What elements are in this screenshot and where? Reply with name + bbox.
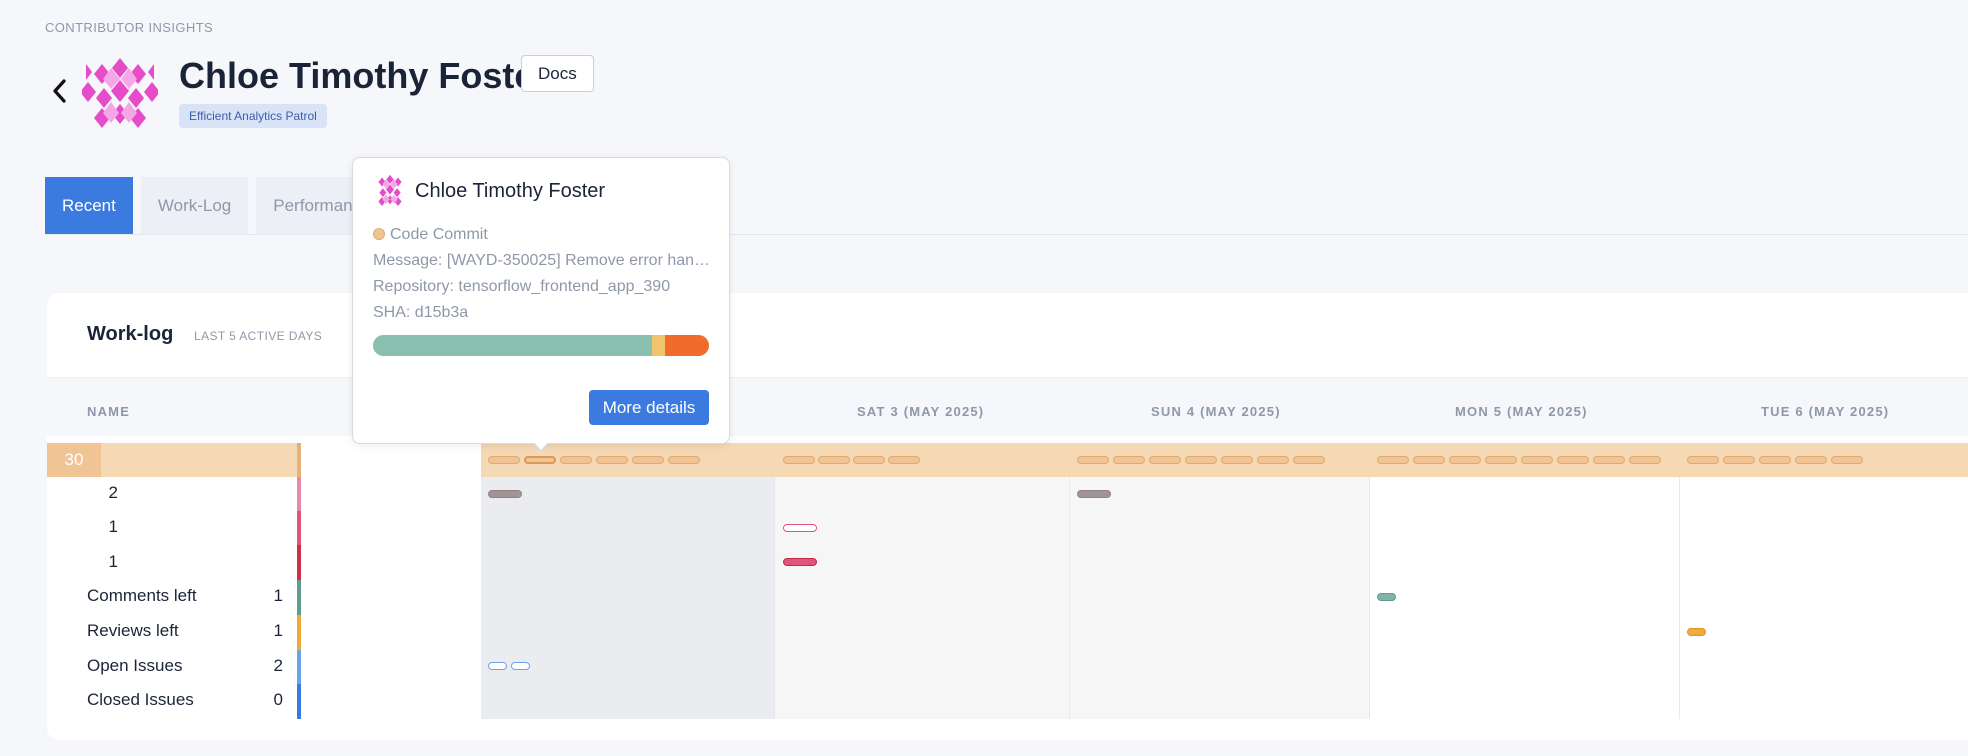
- commit-marker[interactable]: [888, 456, 920, 464]
- avatar: [378, 174, 402, 206]
- commit-dot-icon: [373, 228, 385, 240]
- event-marker[interactable]: [1077, 490, 1111, 498]
- tabs-divider: [45, 234, 1968, 235]
- event-marker[interactable]: [783, 524, 817, 532]
- event-marker[interactable]: [511, 662, 530, 670]
- commit-marker[interactable]: [1113, 456, 1145, 464]
- commit-marker[interactable]: [1377, 456, 1409, 464]
- day-column-selected[interactable]: [481, 477, 775, 719]
- tooltip-repository: Repository: tensorflow_frontend_app_390: [373, 278, 671, 295]
- row-count: 1: [108, 517, 118, 536]
- commit-marker[interactable]: [596, 456, 628, 464]
- commit-marker[interactable]: [1185, 456, 1217, 464]
- commit-marker[interactable]: [853, 456, 885, 464]
- name-column-header: NAME: [87, 404, 131, 419]
- breakdown-segment: [665, 335, 709, 356]
- event-marker[interactable]: [488, 662, 507, 670]
- docs-button[interactable]: Docs: [521, 55, 594, 92]
- worklog-title: Work-log: [87, 323, 174, 345]
- commit-marker[interactable]: [818, 456, 850, 464]
- tooltip-breakdown-bar: [373, 335, 709, 356]
- row-stripe: [297, 477, 301, 511]
- row-count: 1: [273, 586, 283, 605]
- row-stripe: [297, 615, 301, 650]
- back-chevron-icon[interactable]: [50, 78, 70, 104]
- tab-recent[interactable]: Recent: [45, 177, 133, 234]
- commit-marker[interactable]: [1149, 456, 1181, 464]
- tooltip-sha: SHA: d15b3a: [373, 304, 469, 321]
- day-column-header: SUN 4 (MAY 2025): [1151, 404, 1281, 419]
- commit-marker[interactable]: [1723, 456, 1755, 464]
- page-title: Chloe Timothy Foster: [179, 55, 549, 96]
- total-row-spacer: [301, 443, 481, 477]
- tooltip-pointer-fill: [534, 442, 548, 450]
- commit-marker[interactable]: [1759, 456, 1791, 464]
- tooltip-name: Chloe Timothy Foster: [415, 180, 606, 202]
- row-label-comments: Comments left: [87, 586, 197, 605]
- tooltip-message: Message: [WAYD-350025] Remove error hand…: [373, 252, 713, 269]
- event-marker[interactable]: [783, 558, 817, 566]
- total-count: 30: [47, 443, 101, 477]
- tab-work-log[interactable]: Work-Log: [140, 177, 249, 234]
- commit-marker[interactable]: [1795, 456, 1827, 464]
- commit-marker[interactable]: [1449, 456, 1481, 464]
- row-label-open-issues: Open Issues: [87, 656, 183, 675]
- commit-marker[interactable]: [1257, 456, 1289, 464]
- commit-marker[interactable]: [1521, 456, 1553, 464]
- tooltip-type-label: Code Commit: [390, 226, 488, 243]
- breakdown-segment: [651, 335, 666, 356]
- row-stripe: [297, 511, 301, 545]
- row-label-closed-issues: Closed Issues: [87, 690, 194, 709]
- row-stripe: [297, 580, 301, 615]
- commit-marker[interactable]: [1629, 456, 1661, 464]
- event-marker[interactable]: [1377, 593, 1396, 601]
- tab-bar: Recent Work-Log Performance: [45, 177, 388, 234]
- row-stripe: [297, 545, 301, 580]
- commit-marker[interactable]: [668, 456, 700, 464]
- event-marker[interactable]: [1687, 628, 1706, 636]
- commit-marker[interactable]: [783, 456, 815, 464]
- day-column[interactable]: [775, 477, 1070, 719]
- commit-marker[interactable]: [1687, 456, 1719, 464]
- commit-marker[interactable]: [1593, 456, 1625, 464]
- total-row-stripe: [297, 443, 301, 477]
- team-badge[interactable]: Efficient Analytics Patrol: [179, 104, 327, 128]
- worklog-subtitle: LAST 5 ACTIVE DAYS: [194, 329, 323, 343]
- row-count: 2: [108, 483, 118, 502]
- avatar: [82, 58, 158, 128]
- commit-marker[interactable]: [1293, 456, 1325, 464]
- page-kicker: CONTRIBUTOR INSIGHTS: [45, 20, 214, 35]
- day-column-header: MON 5 (MAY 2025): [1455, 404, 1588, 419]
- commit-tooltip: Chloe Timothy Foster Code Commit Message…: [352, 157, 730, 444]
- row-count: 1: [108, 552, 118, 571]
- worklog-card: Work-log LAST 5 ACTIVE DAYS NAME SAT 3 (…: [47, 293, 1968, 740]
- total-row: 30: [47, 443, 1968, 477]
- commit-marker[interactable]: [1077, 456, 1109, 464]
- row-count: 2: [273, 656, 283, 675]
- row-count: 0: [273, 690, 283, 709]
- row-label-reviews: Reviews left: [87, 621, 179, 640]
- day-column[interactable]: [1370, 477, 1680, 719]
- day-column-header: TUE 6 (MAY 2025): [1761, 404, 1890, 419]
- day-column[interactable]: [1070, 477, 1370, 719]
- commit-marker[interactable]: [560, 456, 592, 464]
- row-stripe: [297, 650, 301, 684]
- event-marker[interactable]: [488, 490, 522, 498]
- commit-marker[interactable]: [1831, 456, 1863, 464]
- row-count: 1: [273, 621, 283, 640]
- commit-marker[interactable]: [488, 456, 520, 464]
- day-column[interactable]: [1680, 477, 1968, 719]
- row-stripe: [297, 684, 301, 719]
- commit-marker[interactable]: [1557, 456, 1589, 464]
- commit-marker[interactable]: [1413, 456, 1445, 464]
- worklog-header-row: NAME SAT 3 (MAY 2025) SUN 4 (MAY 2025) M…: [47, 377, 1968, 436]
- day-column-header: SAT 3 (MAY 2025): [857, 404, 985, 419]
- commit-marker-selected[interactable]: [524, 456, 556, 464]
- commit-marker[interactable]: [1221, 456, 1253, 464]
- tooltip-event-type: Code Commit: [373, 226, 713, 244]
- commit-marker[interactable]: [1485, 456, 1517, 464]
- more-details-button[interactable]: More details: [589, 390, 709, 425]
- breakdown-segment: [373, 335, 652, 356]
- commit-marker[interactable]: [632, 456, 664, 464]
